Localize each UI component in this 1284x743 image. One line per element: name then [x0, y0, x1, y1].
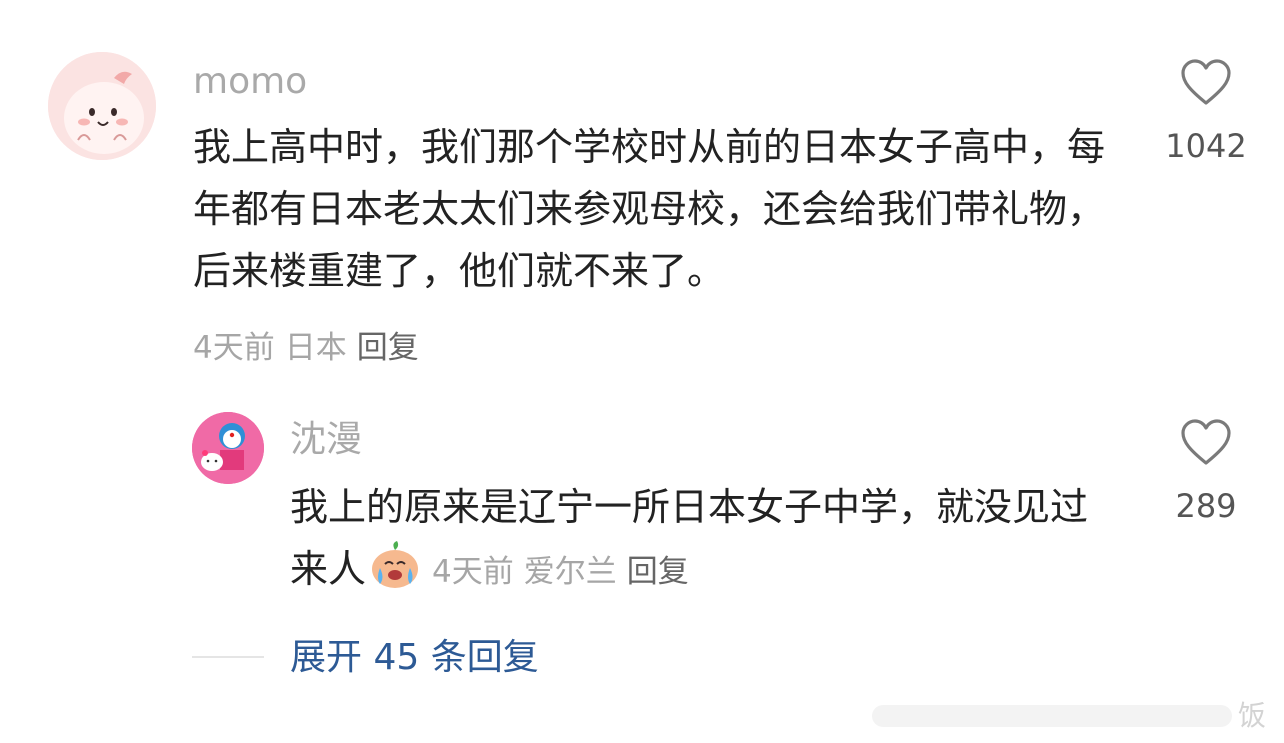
comment-username[interactable]: momo [193, 60, 307, 104]
pink-peach-character-icon [48, 52, 156, 160]
like-button[interactable] [1180, 58, 1232, 110]
reply-username[interactable]: 沈漫 [290, 418, 362, 462]
watermark: 饭 [1238, 699, 1267, 732]
comment-text: 我上高中时，我们那个学校时从前的日本女子高中，每年都有日本老太太们来参观母校，还… [193, 125, 1106, 293]
heart-icon [1181, 419, 1231, 465]
reply-time: 4天前 [432, 554, 514, 590]
comment-meta: 4天前 日本 回复 [193, 328, 429, 368]
doraemon-hello-kitty-icon [192, 412, 264, 484]
reply-button[interactable]: 回复 [357, 330, 419, 366]
reply-like-count: 289 [1175, 487, 1237, 525]
comment-time: 4天前 [193, 330, 275, 366]
reply-reply-button[interactable]: 回复 [627, 554, 689, 590]
reply-like-button[interactable] [1180, 418, 1232, 470]
heart-icon [1181, 59, 1231, 105]
reply-meta: 4天前 爱尔兰 回复 [432, 554, 699, 590]
watermark-bar [872, 705, 1232, 727]
reply-body: 我上的原来是辽宁一所日本女子中学，就没见过来人 4天前 爱尔兰 回复 [290, 476, 1090, 600]
reply-avatar[interactable] [192, 412, 264, 484]
divider [192, 656, 264, 658]
reply-location: 爱尔兰 [523, 554, 617, 590]
crying-peach-emoji-icon [372, 541, 419, 588]
comment-location: 日本 [284, 330, 347, 366]
avatar[interactable] [48, 52, 156, 160]
expand-replies-link[interactable]: 展开 45 条回复 [290, 636, 539, 680]
like-count: 1042 [1165, 127, 1247, 165]
